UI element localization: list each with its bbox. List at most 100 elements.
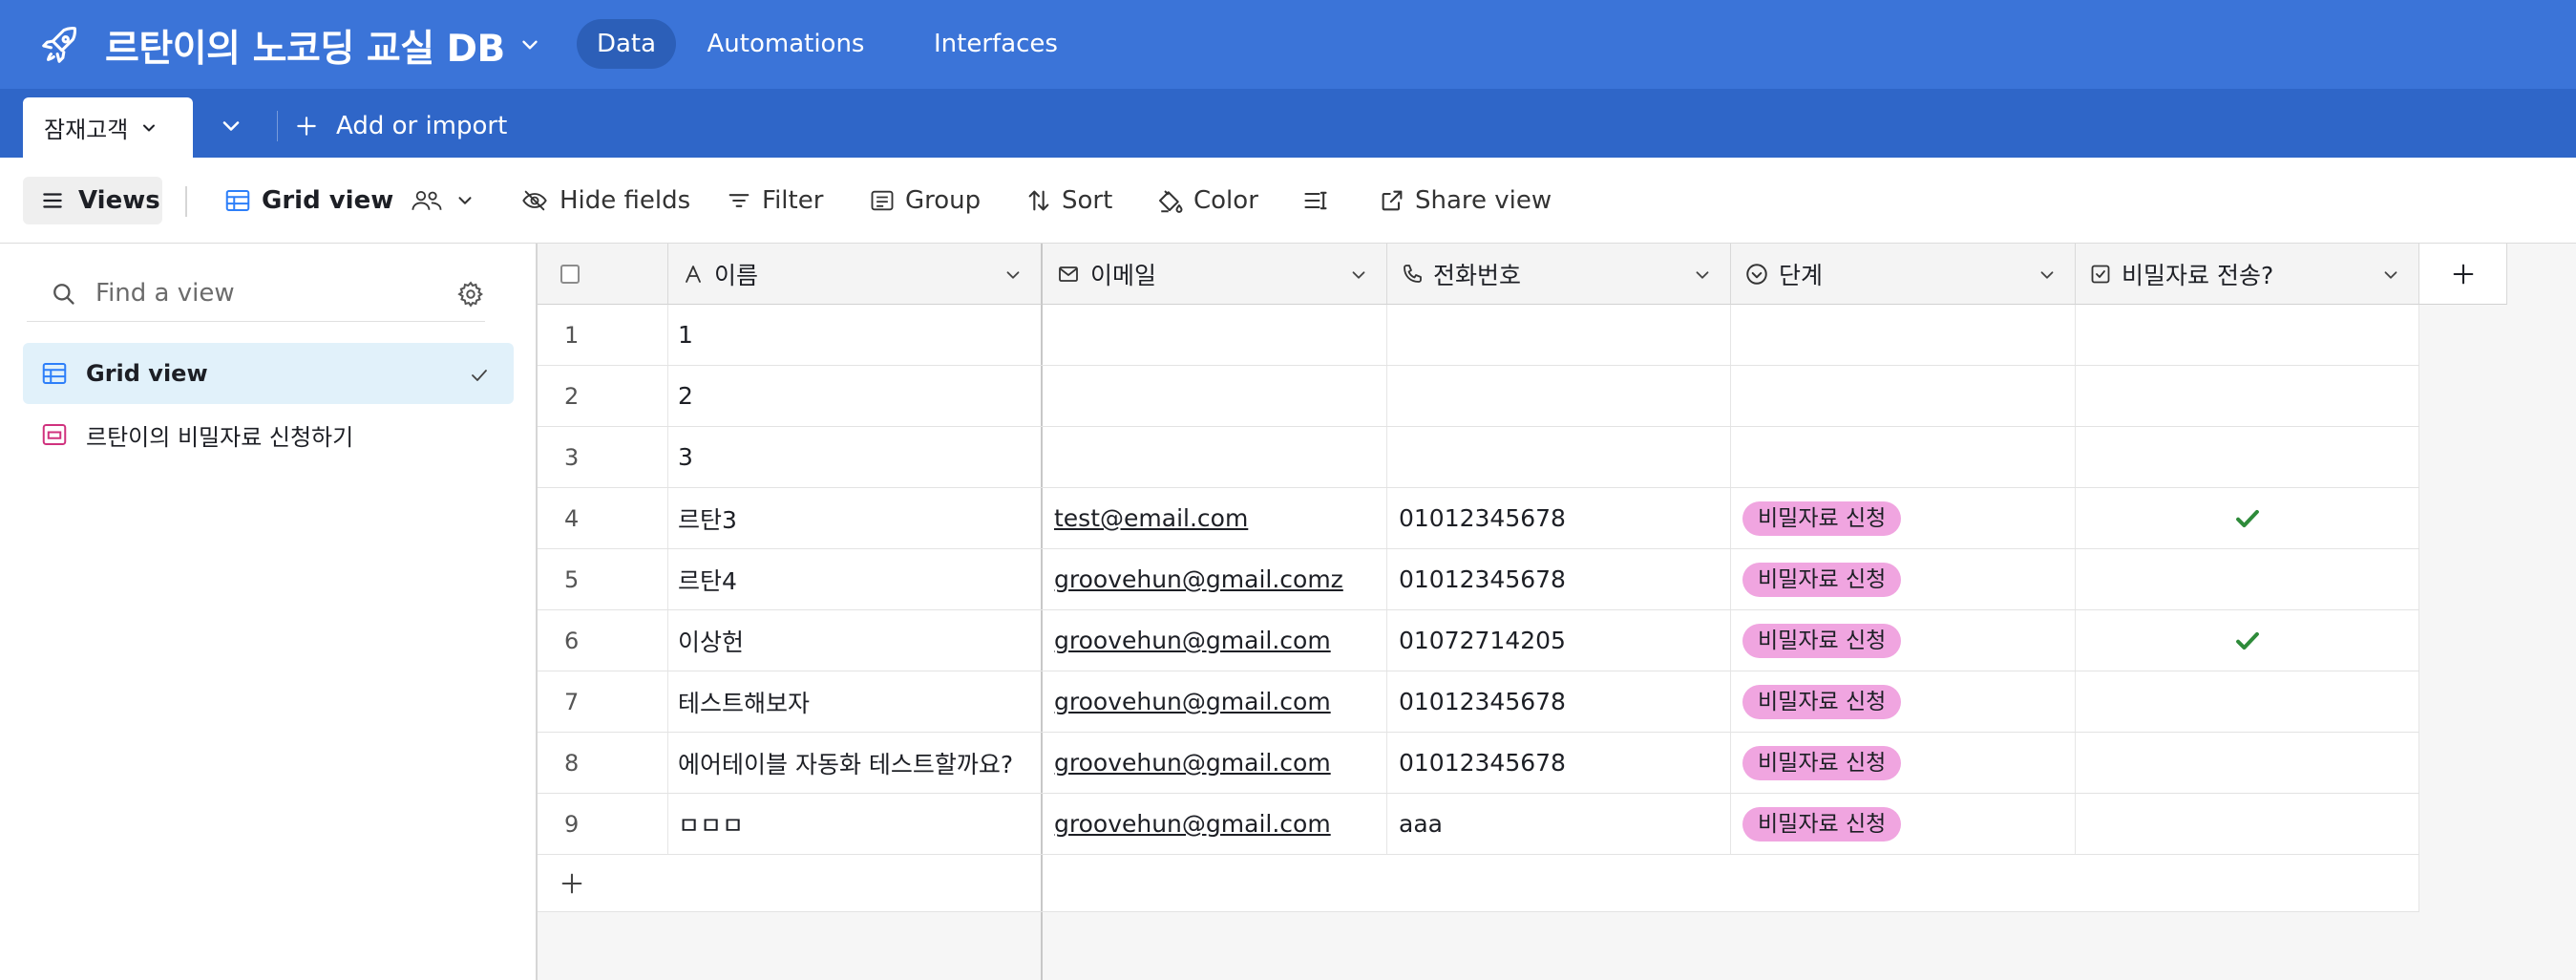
column-header-phone[interactable]: 전화번호 — [1387, 244, 1731, 305]
nav-tab-data[interactable]: Data — [577, 19, 676, 69]
cell-stage[interactable] — [1731, 427, 2076, 487]
table-row[interactable]: 4 르탄3 test@email.com 01012345678 비밀자료 신청 — [538, 488, 2419, 549]
cell-email-link[interactable]: test@email.com — [1054, 504, 1248, 532]
cell-stage[interactable]: 비밀자료 신청 — [1731, 549, 2076, 609]
cell-stage[interactable]: 비밀자료 신청 — [1731, 671, 2076, 732]
cell-email[interactable]: groovehun@gmail.com — [1043, 610, 1387, 671]
table-tab-active[interactable]: 잠재고객 — [23, 97, 193, 158]
cell-phone[interactable]: 01012345678 — [1387, 549, 1731, 609]
find-view-input[interactable] — [95, 278, 420, 308]
column-header-email[interactable]: 이메일 — [1043, 244, 1387, 305]
chevron-down-icon[interactable] — [1003, 265, 1024, 286]
cell-email[interactable] — [1043, 366, 1387, 426]
filter-button[interactable]: Filter — [726, 177, 823, 224]
hide-fields-button[interactable]: Hide fields — [519, 177, 690, 224]
cell-name[interactable]: 1 — [668, 305, 1043, 365]
sidebar-item-form-view[interactable]: 르탄이의 비밀자료 신청하기 — [23, 404, 514, 465]
cell-name[interactable]: 테스트해보자 — [668, 671, 1043, 732]
cell-email[interactable] — [1043, 427, 1387, 487]
chevron-down-icon[interactable] — [517, 32, 542, 57]
plus-icon — [561, 873, 582, 893]
cell-sent-checkbox[interactable] — [2076, 733, 2419, 793]
cell-name[interactable]: 2 — [668, 366, 1043, 426]
cell-phone[interactable] — [1387, 366, 1731, 426]
cell-name[interactable]: ㅁㅁㅁ — [668, 794, 1043, 854]
chevron-down-icon[interactable] — [1348, 265, 1369, 286]
cell-email[interactable]: test@email.com — [1043, 488, 1387, 548]
cell-phone[interactable]: 01012345678 — [1387, 671, 1731, 732]
cell-stage[interactable]: 비밀자료 신청 — [1731, 488, 2076, 548]
cell-stage[interactable] — [1731, 305, 2076, 365]
cell-email-link[interactable]: groovehun@gmail.com — [1054, 810, 1331, 838]
cell-email-link[interactable]: groovehun@gmail.comz — [1054, 565, 1343, 593]
cell-name[interactable]: 3 — [668, 427, 1043, 487]
cell-stage[interactable] — [1731, 366, 2076, 426]
cell-sent-checkbox[interactable] — [2076, 794, 2419, 854]
column-header-sent[interactable]: 비밀자료 전송? — [2076, 244, 2419, 305]
add-field-button[interactable] — [2419, 244, 2507, 305]
sidebar-item-grid-view[interactable]: Grid view — [23, 343, 514, 404]
grid-icon — [42, 363, 67, 384]
share-view-button[interactable]: Share view — [1379, 177, 1552, 224]
base-title[interactable]: 르탄이의 노코딩 교실 DB — [105, 19, 505, 73]
cell-phone-text: 01012345678 — [1399, 504, 1566, 532]
cell-name[interactable]: 이상헌 — [668, 610, 1043, 671]
cell-email-link[interactable]: groovehun@gmail.com — [1054, 627, 1331, 654]
cell-stage[interactable]: 비밀자료 신청 — [1731, 610, 2076, 671]
cell-email-link[interactable]: groovehun@gmail.com — [1054, 688, 1331, 715]
cell-sent-checkbox[interactable] — [2076, 549, 2419, 609]
cell-name[interactable]: 르탄3 — [668, 488, 1043, 548]
chevron-down-icon[interactable] — [1692, 265, 1713, 286]
cell-email[interactable] — [1043, 305, 1387, 365]
cell-sent-checkbox[interactable] — [2076, 488, 2419, 548]
column-header-stage[interactable]: 단계 — [1731, 244, 2076, 305]
color-button[interactable]: Color — [1155, 177, 1258, 224]
cell-email[interactable]: groovehun@gmail.comz — [1043, 549, 1387, 609]
cell-stage[interactable]: 비밀자료 신청 — [1731, 733, 2076, 793]
add-record-button[interactable] — [538, 855, 1043, 911]
table-row[interactable]: 6 이상헌 groovehun@gmail.com 01072714205 비밀자료 신… — [538, 610, 2419, 671]
cell-phone[interactable] — [1387, 427, 1731, 487]
views-button[interactable]: Views — [23, 177, 162, 224]
chevron-down-icon[interactable] — [2380, 265, 2401, 286]
cell-email[interactable]: groovehun@gmail.com — [1043, 671, 1387, 732]
select-all-cell — [538, 244, 668, 305]
cell-sent-checkbox[interactable] — [2076, 305, 2419, 365]
column-header-name[interactable]: 이름 — [668, 244, 1043, 305]
chevron-down-icon[interactable] — [139, 118, 158, 138]
gear-icon[interactable] — [456, 280, 485, 309]
cell-email[interactable]: groovehun@gmail.com — [1043, 733, 1387, 793]
nav-tab-interfaces[interactable]: Interfaces — [907, 19, 1085, 69]
row-height-button[interactable] — [1300, 177, 1341, 224]
cell-phone[interactable] — [1387, 305, 1731, 365]
cell-email-link[interactable]: groovehun@gmail.com — [1054, 749, 1331, 777]
table-row[interactable]: 11 — [538, 305, 2419, 366]
cell-email[interactable]: groovehun@gmail.com — [1043, 794, 1387, 854]
nav-tab-automations[interactable]: Automations — [697, 19, 875, 69]
cell-sent-checkbox[interactable] — [2076, 671, 2419, 732]
sort-button[interactable]: Sort — [1025, 177, 1112, 224]
select-all-checkbox[interactable] — [560, 264, 580, 284]
cell-name[interactable]: 르탄4 — [668, 549, 1043, 609]
cell-phone[interactable]: aaa — [1387, 794, 1731, 854]
cell-phone[interactable]: 01012345678 — [1387, 488, 1731, 548]
add-or-import-button[interactable]: Add or import — [294, 105, 507, 147]
cell-phone[interactable]: 01072714205 — [1387, 610, 1731, 671]
table-row[interactable]: 8 에어테이블 자동화 테스트할까요? groovehun@gmail.com 010… — [538, 733, 2419, 794]
cell-stage[interactable]: 비밀자료 신청 — [1731, 794, 2076, 854]
group-button[interactable]: Group — [869, 177, 981, 224]
table-row[interactable]: 22 — [538, 366, 2419, 427]
cell-name[interactable]: 에어테이블 자동화 테스트할까요? — [668, 733, 1043, 793]
cell-sent-checkbox[interactable] — [2076, 427, 2419, 487]
table-row[interactable]: 33 — [538, 427, 2419, 488]
grid-view-switcher[interactable]: Grid view — [223, 177, 485, 224]
all-tables-chevron-icon[interactable] — [218, 113, 244, 139]
cell-sent-checkbox[interactable] — [2076, 366, 2419, 426]
table-row[interactable]: 9 ㅁㅁㅁ groovehun@gmail.com aaa 비밀자료 신청 — [538, 794, 2419, 855]
chevron-down-icon[interactable] — [2037, 265, 2058, 286]
rocket-icon[interactable] — [38, 23, 82, 67]
cell-sent-checkbox[interactable] — [2076, 610, 2419, 671]
cell-phone[interactable]: 01012345678 — [1387, 733, 1731, 793]
table-row[interactable]: 7 테스트해보자 groovehun@gmail.com 01012345678 비밀자… — [538, 671, 2419, 733]
table-row[interactable]: 5 르탄4 groovehun@gmail.comz 01012345678 비밀자료 … — [538, 549, 2419, 610]
